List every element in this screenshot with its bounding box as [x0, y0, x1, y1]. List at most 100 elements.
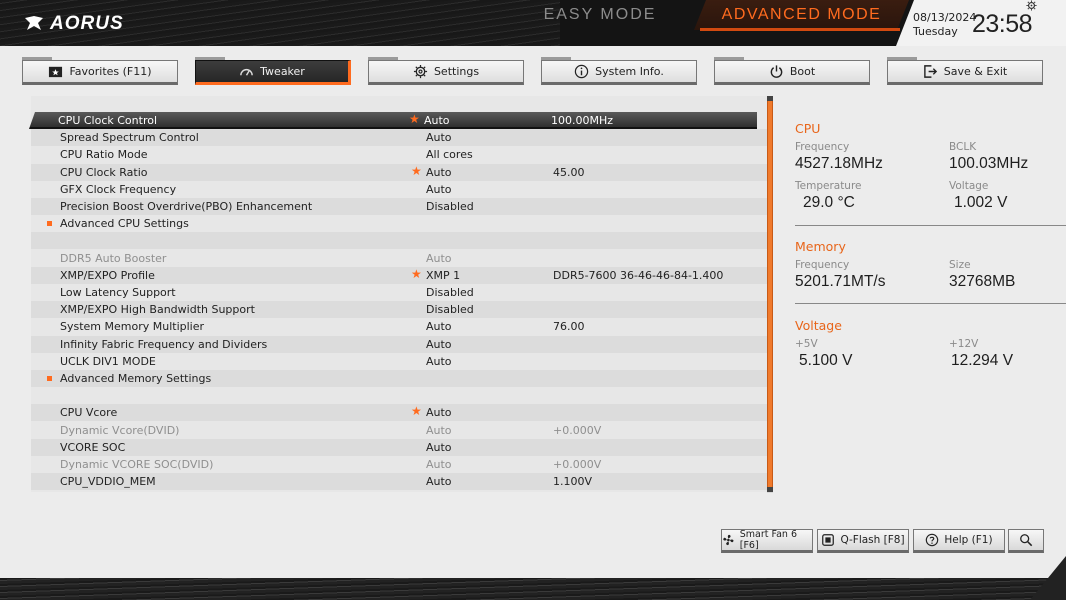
setting-current-value: 45.00 — [553, 165, 585, 179]
memory-size-label: Size — [949, 259, 971, 271]
cpu-temperature-value: 29.0 °C — [803, 194, 855, 211]
setting-value[interactable]: All cores — [426, 148, 473, 161]
setting-row[interactable]: CPU Clock Ratio ★ Auto 45.00 — [31, 163, 768, 181]
setting-row[interactable]: XMP/EXPO Profile ★ XMP 1 DDR5-7600 36-46-46… — [31, 266, 768, 284]
setting-row[interactable]: DDR5 Auto Booster Auto — [31, 250, 768, 267]
setting-row[interactable]: XMP/EXPO High Bandwidth Support Disabled — [31, 301, 768, 319]
tab-save-exit[interactable]: Save & Exit — [887, 57, 1043, 85]
smart-fan-button[interactable]: Smart Fan 6 [F6] — [721, 529, 813, 553]
setting-value[interactable]: XMP 1 — [426, 269, 460, 282]
tab-tweaker[interactable]: Tweaker — [195, 57, 351, 85]
setting-label: Spread Spectrum Control — [60, 131, 199, 145]
v12-value: 12.294 V — [951, 352, 1014, 369]
cpu-frequency-label: Frequency — [795, 141, 850, 153]
setting-label: XMP/EXPO High Bandwidth Support — [60, 303, 255, 317]
brand-name: AORUS — [50, 13, 124, 34]
tab-settings[interactable]: Settings — [368, 57, 524, 85]
setting-value[interactable]: Auto — [426, 338, 452, 351]
setting-row[interactable]: CPU Ratio Mode All cores — [31, 146, 768, 163]
settings-list: CPU Clock Control ★ Auto 100.00MHz Spread Sp… — [29, 96, 768, 492]
setting-value[interactable]: Auto — [426, 475, 452, 488]
memory-section-divider — [795, 303, 1066, 304]
setting-value[interactable]: Auto — [426, 183, 452, 196]
setting-current-value: 100.00MHz — [551, 114, 614, 127]
setting-row[interactable]: CPU Clock Control ★ Auto 100.00MHz — [29, 112, 757, 129]
setting-value[interactable]: Disabled — [426, 200, 474, 213]
setting-value[interactable]: Auto — [426, 166, 452, 179]
fan-icon — [723, 534, 734, 546]
setting-row[interactable]: CPU_VDDIO_MEM Auto 1.100V — [31, 473, 768, 491]
setting-row[interactable]: Infinity Fabric Frequency and Dividers Au… — [31, 335, 768, 353]
power-icon — [770, 65, 783, 78]
tab-boot[interactable]: Boot — [714, 57, 870, 85]
cpu-voltage-label: Voltage — [949, 180, 989, 192]
setting-label: GFX Clock Frequency — [60, 182, 177, 196]
setting-row[interactable]: Dynamic Vcore(DVID) Auto +0.000V — [31, 422, 768, 439]
advanced-mode-button[interactable]: ADVANCED MODE — [694, 0, 909, 30]
spacer-row — [31, 387, 768, 404]
setting-value[interactable]: Auto — [426, 320, 452, 333]
submenu-row[interactable]: Advanced Memory Settings — [31, 370, 768, 387]
setting-value[interactable]: Disabled — [426, 303, 474, 316]
setting-label: CPU_VDDIO_MEM — [60, 475, 156, 489]
setting-row[interactable]: CPU Vcore ★ Auto — [31, 404, 768, 422]
setting-row[interactable]: VCORE SOC Auto — [31, 438, 768, 456]
setting-current-value: +0.000V — [553, 458, 602, 471]
modified-star-icon: ★ — [411, 163, 422, 178]
bclk-value: 100.03MHz — [949, 155, 1029, 172]
help-button[interactable]: Help (F1) — [913, 529, 1005, 553]
tab-system-info-label: System Info. — [595, 65, 664, 78]
cpu-section-divider — [795, 225, 1066, 226]
setting-label: CPU Clock Ratio — [60, 165, 148, 179]
setting-row[interactable]: System Memory Multiplier Auto 76.00 — [31, 318, 768, 335]
setting-label: Low Latency Support — [60, 286, 176, 299]
scroll-up-arrow[interactable] — [767, 96, 773, 101]
cpu-temperature-label: Temperature — [795, 180, 862, 192]
setting-label: Precision Boost Overdrive(PBO) Enhanceme… — [60, 200, 313, 213]
setting-value[interactable]: Auto — [426, 131, 452, 144]
setting-value[interactable]: Auto — [426, 406, 452, 419]
search-button[interactable] — [1008, 529, 1044, 553]
scrollbar-thumb[interactable] — [767, 100, 773, 488]
setting-label: Infinity Fabric Frequency and Dividers — [60, 337, 268, 351]
easy-mode-button[interactable]: EASY MODE — [510, 0, 690, 30]
q-flash-button[interactable]: Q-Flash [F8] — [817, 529, 909, 553]
tab-system-info[interactable]: System Info. — [541, 57, 697, 85]
setting-row[interactable]: Spread Spectrum Control Auto — [31, 129, 768, 147]
submenu-row[interactable]: Advanced CPU Settings — [31, 215, 768, 232]
q-flash-label: Q-Flash [F8] — [840, 534, 905, 546]
setting-value[interactable]: Auto — [426, 441, 452, 454]
setting-label: DDR5 Auto Booster — [60, 251, 167, 265]
tab-tweaker-label: Tweaker — [260, 65, 305, 78]
memory-frequency-value: 5201.71MT/s — [795, 273, 886, 290]
gear-icon — [413, 64, 427, 79]
setting-value[interactable]: Auto — [426, 252, 452, 265]
setting-current-value: DDR5-7600 36-46-46-84-1.400 — [553, 268, 724, 282]
setting-value[interactable]: Disabled — [426, 286, 474, 299]
setting-value[interactable]: Auto — [426, 355, 452, 368]
setting-label: Dynamic Vcore(DVID) — [60, 423, 180, 437]
setting-current-value: +0.000V — [553, 423, 602, 437]
chip-icon — [822, 534, 835, 546]
aorus-eagle-icon — [25, 16, 43, 30]
scroll-down-arrow[interactable] — [767, 487, 773, 492]
setting-row[interactable]: Precision Boost Overdrive(PBO) Enhanceme… — [31, 198, 768, 215]
star-folder-icon — [49, 66, 63, 78]
tab-favorites[interactable]: Favorites (F11) — [22, 57, 178, 85]
weekday-text: Tuesday — [913, 25, 958, 38]
setting-row[interactable]: Low Latency Support Disabled — [31, 284, 768, 301]
advanced-mode-underline — [700, 28, 900, 31]
voltage-section-title: Voltage — [795, 318, 842, 333]
bottom-decor-bar — [0, 578, 1066, 600]
setting-value[interactable]: Auto — [426, 424, 452, 437]
setting-row[interactable]: UCLK DIV1 MODE Auto — [31, 353, 768, 370]
setting-value[interactable]: Auto — [426, 458, 452, 471]
setting-value[interactable]: Auto — [424, 114, 450, 127]
cpu-section-title: CPU — [795, 121, 821, 136]
setting-current-value: 1.100V — [553, 475, 593, 489]
setting-row[interactable]: Dynamic VCORE SOC(DVID) Auto +0.000V — [31, 456, 768, 473]
modified-star-icon: ★ — [411, 266, 422, 281]
setting-row[interactable]: GFX Clock Frequency Auto — [31, 181, 768, 198]
modified-star-icon: ★ — [409, 112, 420, 126]
settings-gear-icon[interactable] — [1026, 0, 1037, 11]
